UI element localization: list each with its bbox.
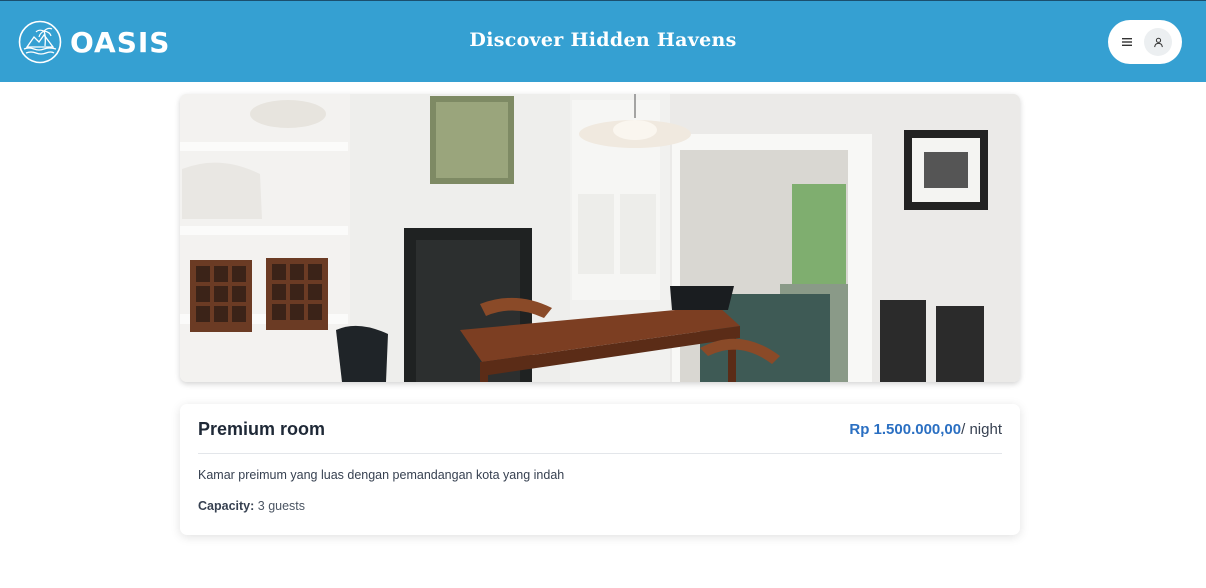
room-card-header: Premium room Rp 1.500.000,00/ night [198, 404, 1002, 454]
avatar [1144, 28, 1172, 56]
capacity-value: 3 guests [257, 499, 306, 513]
price-amount: Rp 1.500.000,00 [849, 421, 962, 438]
site-header: OASIS Discover Hidden Havens [0, 1, 1206, 82]
room-photo [180, 94, 1020, 382]
room-card: Premium room Rp 1.500.000,00/ night Kama… [180, 404, 1020, 535]
capacity-label: Capacity: [198, 499, 255, 513]
hamburger-icon [1122, 38, 1132, 46]
room-title: Premium room [198, 419, 326, 439]
room-price: Rp 1.500.000,00/ night [849, 421, 1002, 438]
room-capacity: Capacity: 3 guests [198, 499, 1002, 513]
dining-room-image [180, 94, 1020, 382]
price-unit: / night [961, 421, 1002, 438]
user-icon [1153, 37, 1163, 47]
page-tagline: Discover Hidden Havens [469, 29, 737, 51]
user-menu-button[interactable] [1108, 20, 1182, 64]
room-description: Kamar preimum yang luas dengan pemandang… [198, 468, 565, 482]
